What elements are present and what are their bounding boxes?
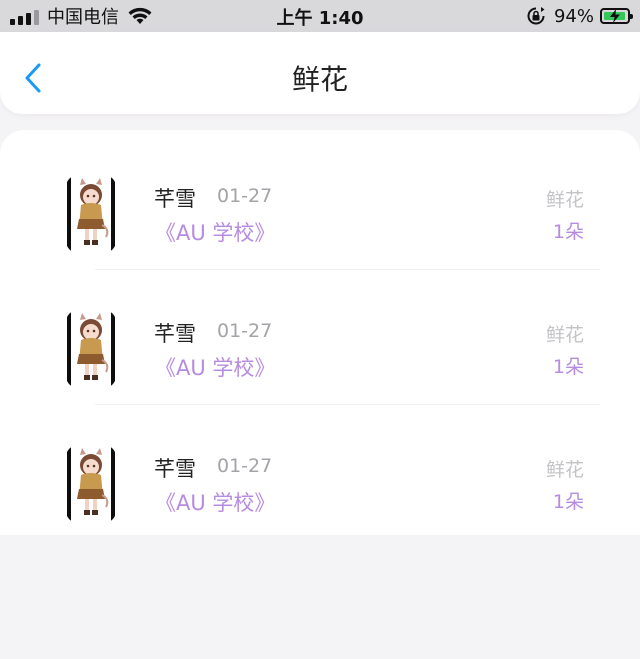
page-title: 鲜花	[291, 63, 348, 96]
book-title-link[interactable]: 《AU 学校》	[155, 487, 275, 517]
avatar-image	[66, 445, 116, 523]
book-title-link[interactable]: 《AU 学校》	[155, 352, 275, 382]
battery-percent: 94%	[553, 5, 594, 27]
avatar[interactable]	[66, 175, 116, 253]
list-item[interactable]: 芊雪 01-27 《AU 学校》 鲜花 1朵	[0, 405, 640, 540]
sender-name: 芊雪	[154, 457, 196, 481]
gift-list: 芊雪 01-27 《AU 学校》 鲜花 1朵 芊雪 01-27 《AU 学校》 …	[0, 130, 640, 535]
gift-quantity: 1朵	[552, 491, 584, 513]
gift-date: 01-27	[217, 185, 273, 207]
list-item[interactable]: 芊雪 01-27 《AU 学校》 鲜花 1朵	[0, 270, 640, 405]
status-right: 94%	[526, 5, 633, 27]
gift-type: 鲜花	[545, 324, 584, 346]
avatar[interactable]	[66, 310, 116, 388]
avatar-image	[66, 175, 116, 253]
status-bar: 中国电信 上午 1:40 94%	[0, 0, 640, 32]
nav-bar: 鲜花	[0, 32, 640, 114]
gift-date: 01-27	[217, 320, 273, 342]
list-item[interactable]: 芊雪 01-27 《AU 学校》 鲜花 1朵	[0, 135, 640, 270]
gift-quantity: 1朵	[552, 221, 584, 243]
avatar[interactable]	[66, 445, 116, 523]
sender-name: 芊雪	[154, 187, 196, 211]
sender-name: 芊雪	[154, 322, 196, 346]
avatar-image	[66, 310, 116, 388]
book-title-link[interactable]: 《AU 学校》	[155, 217, 275, 247]
battery-charging-icon	[600, 8, 633, 24]
gift-date: 01-27	[217, 455, 273, 477]
gift-type: 鲜花	[545, 189, 584, 211]
rotation-lock-icon	[527, 7, 545, 25]
gift-type: 鲜花	[545, 459, 584, 481]
gift-quantity: 1朵	[552, 356, 584, 378]
